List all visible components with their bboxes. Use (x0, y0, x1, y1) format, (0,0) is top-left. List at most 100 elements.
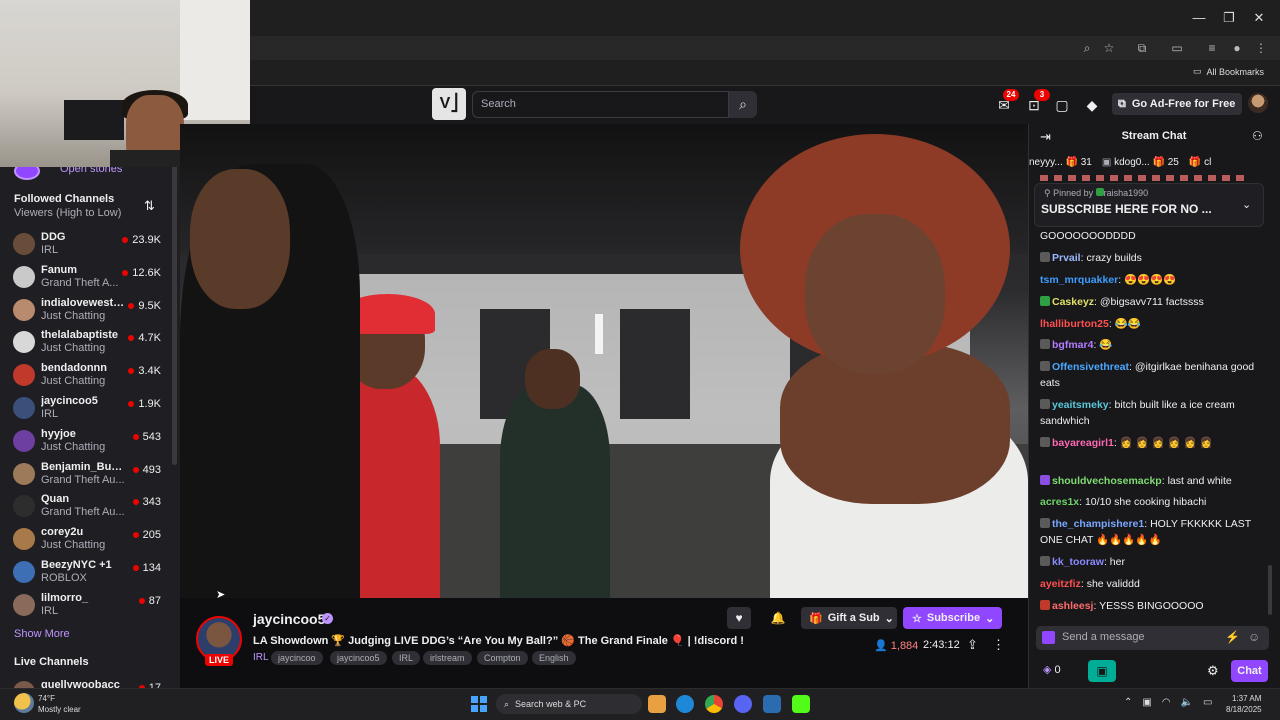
tray-chevron-icon[interactable]: ⌃ (1124, 697, 1132, 708)
stream-tag[interactable]: jaycincoo5 (330, 651, 387, 665)
video-player[interactable] (180, 124, 1028, 598)
sidebar-channel-item[interactable]: jaycincoo5 IRL 1.9K (0, 394, 172, 427)
chat-username[interactable]: yeaitsmeky (1052, 399, 1109, 411)
all-bookmarks-link[interactable]: ▭ All Bookmarks (1193, 66, 1264, 77)
chat-username[interactable]: the_champishere1 (1052, 518, 1144, 530)
follow-heart-icon[interactable]: ♥ (727, 607, 751, 629)
chat-badge-icon[interactable] (1042, 631, 1055, 644)
search-input[interactable]: Search (472, 91, 729, 118)
stream-tag[interactable]: English (532, 651, 576, 665)
kick-icon[interactable] (792, 695, 810, 713)
sidebar-channel-item[interactable]: hyyjoe Just Chatting 543 (0, 427, 172, 460)
chat-badge-icon[interactable] (1040, 399, 1050, 409)
extensions-icon[interactable]: ⧉ (1133, 40, 1151, 56)
chat-badge-icon[interactable] (1040, 437, 1050, 447)
gifter-entry[interactable]: ▣ kdog0... 🎁 25 (1102, 157, 1179, 168)
community-icon[interactable]: ⚇ (1252, 129, 1263, 143)
chat-badge-icon[interactable] (1040, 475, 1050, 485)
chat-username[interactable]: ashleesj (1052, 600, 1093, 612)
stream-tag[interactable]: irlstream (423, 651, 472, 665)
wifi-icon[interactable]: ◠ (1162, 697, 1171, 708)
subscribe-button[interactable]: ☆ Subscribe ⌄ (903, 607, 1002, 629)
close-icon[interactable]: ✕ (1244, 8, 1274, 28)
battery-icon[interactable]: ▭ (1203, 697, 1212, 708)
sidebar-channel-item[interactable]: thelalabaptiste Just Chatting 4.7K (0, 328, 172, 361)
user-avatar[interactable] (1248, 93, 1268, 113)
chat-send-button[interactable]: Chat (1231, 660, 1268, 682)
minimize-icon[interactable]: — (1184, 8, 1214, 28)
cast-icon[interactable]: ▭ (1168, 40, 1186, 56)
share-icon[interactable]: ⇪ (967, 637, 978, 653)
sidebar-channel-item[interactable]: Benjamin_Bucks Grand Theft Au... 493 (0, 460, 172, 493)
channel-points[interactable]: ◈ 0 (1043, 663, 1061, 676)
sidebar-channel-item[interactable]: BeezyNYC +1 ROBLOX 134 (0, 558, 172, 591)
sidebar-channel-item[interactable]: bendadonnn Just Chatting 3.4K (0, 361, 172, 394)
tray-app-icon[interactable]: ▣ (1142, 697, 1151, 708)
chrome-menu-icon[interactable]: ⋮ (1252, 40, 1270, 56)
chat-badge-icon[interactable] (1040, 339, 1050, 349)
chat-username[interactable]: kk_tooraw (1052, 556, 1104, 568)
chat-username[interactable]: acres1x (1040, 496, 1079, 508)
show-more-link[interactable]: Show More (14, 628, 70, 640)
chat-username[interactable]: Caskeyz (1052, 296, 1094, 308)
chat-power-ups-icon[interactable]: ⚡ (1225, 630, 1240, 644)
chat-username[interactable]: bgfmar4 (1052, 339, 1093, 351)
sidebar-channel-item[interactable]: indialovewestb... Just Chatting 9.5K (0, 296, 172, 329)
bookmark-star-icon[interactable]: ☆ (1100, 40, 1118, 56)
windows-start-icon[interactable] (471, 696, 487, 712)
sidebar-channel-item[interactable]: lilmorro_ IRL 87 (0, 591, 172, 624)
chat-scrollbar[interactable] (1268, 565, 1272, 615)
sidebar-channel-item[interactable]: Fanum Grand Theft A... 12.6K (0, 263, 172, 296)
site-logo-icon[interactable]: V⎦ (432, 88, 466, 120)
photos-icon[interactable] (763, 695, 781, 713)
volume-icon[interactable]: 🔈 (1181, 697, 1193, 708)
chat-badge-icon[interactable] (1040, 252, 1050, 262)
chat-username[interactable]: tsm_mrquakker (1040, 274, 1118, 286)
chat-badge-icon[interactable] (1040, 556, 1050, 566)
system-tray[interactable]: ⌃ ▣ ◠ 🔈 ▭ (1124, 697, 1212, 708)
whispers-icon[interactable]: ▢ (1053, 96, 1071, 114)
zoom-icon[interactable]: ⌕ (1078, 40, 1096, 56)
notification-bell-icon[interactable]: 🔔 (766, 607, 790, 629)
claim-points-icon[interactable]: ▣ (1088, 660, 1116, 682)
go-ad-free-button[interactable]: ⧉ Go Ad-Free for Free (1112, 93, 1242, 115)
more-options-icon[interactable]: ⋮ (992, 637, 1005, 653)
gift-a-sub-button[interactable]: 🎁 Gift a Sub ⌄ (801, 607, 897, 629)
sidebar-channel-item[interactable]: corey2u Just Chatting 205 (0, 525, 172, 558)
chrome-icon[interactable] (705, 695, 723, 713)
chat-username[interactable]: bayareagirl1 (1052, 437, 1114, 449)
search-icon[interactable]: ⌕ (729, 91, 757, 118)
chat-badge-icon[interactable] (1040, 361, 1050, 371)
weather-icon[interactable] (14, 693, 34, 713)
profile-icon[interactable]: ● (1228, 40, 1246, 56)
gifter-entry[interactable]: neyyy... 🎁 31 (1029, 157, 1092, 168)
chat-badge-icon[interactable] (1040, 296, 1050, 306)
chat-badge-icon[interactable] (1040, 518, 1050, 528)
chevron-down-icon[interactable]: ⌄ (1242, 198, 1251, 211)
chat-username[interactable]: Offensivethreat (1052, 361, 1129, 373)
file-explorer-icon[interactable] (648, 695, 666, 713)
chat-username[interactable]: lhalliburton25 (1040, 318, 1109, 330)
bits-icon[interactable]: ◆ (1083, 96, 1101, 114)
stream-category-link[interactable]: IRL (253, 652, 269, 663)
streamer-name[interactable]: jaycincoo5 (253, 611, 325, 627)
chat-settings-icon[interactable]: ⚙ (1207, 663, 1219, 679)
sidebar-scrollbar[interactable] (172, 165, 177, 465)
chat-badge-icon[interactable] (1040, 600, 1050, 610)
discord-icon[interactable] (734, 695, 752, 713)
chat-username[interactable]: Prvail (1052, 252, 1081, 264)
edge-icon[interactable] (676, 695, 694, 713)
stream-tag[interactable]: jaycincoo (271, 651, 323, 665)
stream-tag[interactable]: IRL (392, 651, 421, 665)
chat-username[interactable]: ayeitzfiz (1040, 578, 1081, 590)
sort-icon[interactable]: ⇅ (144, 198, 155, 214)
emote-picker-icon[interactable]: ☺ (1248, 630, 1260, 644)
gifter-entry[interactable]: 🎁 cl (1189, 157, 1211, 168)
sidebar-channel-item[interactable]: Quan Grand Theft Au... 343 (0, 492, 172, 525)
chat-username[interactable]: shouldvechosemackp (1052, 475, 1162, 487)
restore-icon[interactable]: ❐ (1214, 8, 1244, 28)
stream-tag[interactable]: Compton (477, 651, 528, 665)
tab-search-icon[interactable]: ≡ (1203, 40, 1221, 56)
sidebar-channel-item[interactable]: DDG IRL 23.9K (0, 230, 172, 263)
taskbar-search[interactable]: ⌕ Search web & PC (496, 694, 642, 714)
